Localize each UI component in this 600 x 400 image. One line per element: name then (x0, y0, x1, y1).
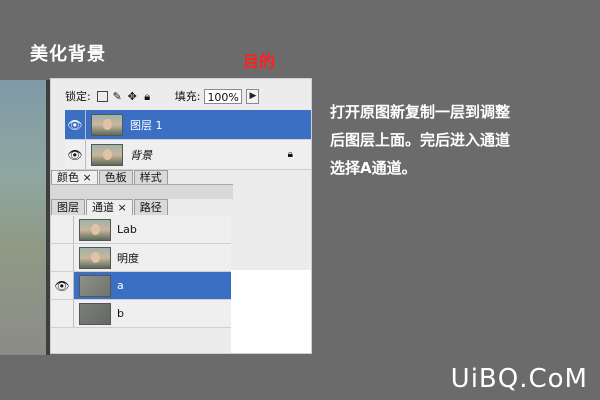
instructions-text: 打开原图新复制一层到调整 后图层上面。完后进入通道 选择A通道。 (330, 98, 592, 182)
goal-label: 目的 (243, 52, 276, 71)
channel-thumbnail (79, 274, 111, 297)
eye-icon[interactable]: 👁︎ (51, 272, 74, 299)
lock-all-icon[interactable]: 🔒︎ (142, 91, 153, 102)
channel-thumbnail (79, 246, 111, 269)
channel-name: 明度 (117, 251, 139, 265)
fill-input[interactable]: 100% (204, 88, 243, 104)
visibility-box[interactable] (51, 300, 74, 327)
instruction-line: 选择A通道。 (330, 159, 417, 177)
fill-dropdown-arrow-icon[interactable]: ▶ (246, 88, 260, 104)
visibility-box[interactable] (51, 216, 74, 243)
tab-paths[interactable]: 路径 (133, 199, 168, 215)
background-photo-strip (0, 80, 50, 355)
channel-name: b (117, 307, 124, 320)
visibility-box[interactable] (51, 244, 74, 271)
tab-swatches[interactable]: 色板 (98, 170, 133, 184)
color-tabs: 颜色 × 色板 样式 (51, 170, 169, 184)
channel-thumbnail (79, 218, 111, 241)
panel-white-area (231, 270, 311, 353)
lock-transparency-icon[interactable] (96, 90, 108, 102)
channel-row-b[interactable]: b (51, 300, 231, 328)
panel-divider (51, 184, 233, 199)
tab-layers[interactable]: 图层 (51, 199, 85, 215)
layer-thumbnail (91, 113, 123, 136)
instruction-line: 打开原图新复制一层到调整 (330, 103, 511, 121)
lock-label: 锁定: (65, 90, 91, 103)
lock-move-icon[interactable]: ✥ (127, 91, 138, 102)
section-title: 美化背景 (30, 44, 106, 65)
fill-label: 填充: (174, 90, 201, 103)
channel-thumbnail (79, 302, 111, 325)
layer-name: 图层 1 (130, 118, 163, 132)
channel-row-lightness[interactable]: 明度 (51, 244, 231, 272)
layer-row-background[interactable]: 👁︎ 背景 🔒︎ (65, 140, 311, 170)
layer-row-layer1[interactable]: 👁︎ 图层 1 (65, 110, 311, 140)
lock-brush-icon[interactable]: ✎ (112, 91, 123, 102)
channel-row-lab[interactable]: Lab (51, 216, 231, 244)
tab-channels[interactable]: 通道 × (86, 199, 133, 215)
layer-lock-icon: 🔒︎ (287, 149, 293, 160)
channels-tabs: 图层 通道 × 路径 (51, 199, 169, 215)
panel-empty-area (231, 199, 311, 270)
layer-thumbnail (91, 143, 123, 166)
eye-icon[interactable]: 👁︎ (65, 110, 86, 139)
brand-watermark: UiBQ.CoM (450, 364, 588, 394)
tab-color[interactable]: 颜色 × (51, 170, 98, 184)
channel-row-a[interactable]: 👁︎ a (51, 272, 231, 300)
eye-icon[interactable]: 👁︎ (65, 140, 86, 169)
instruction-line: 后图层上面。完后进入通道 (330, 131, 511, 149)
channel-name: a (117, 279, 124, 292)
tab-styles[interactable]: 样式 (133, 170, 168, 184)
layer-name: 背景 (130, 148, 152, 162)
lock-toolbar: 锁定: ✎ ✥ 🔒︎ 填充: 100% ▶ (65, 85, 311, 107)
channel-name: Lab (117, 223, 137, 236)
photoshop-panels: 锁定: ✎ ✥ 🔒︎ 填充: 100% ▶ 👁︎ 图层 1 👁︎ 背景 🔒︎ 颜… (50, 78, 312, 354)
